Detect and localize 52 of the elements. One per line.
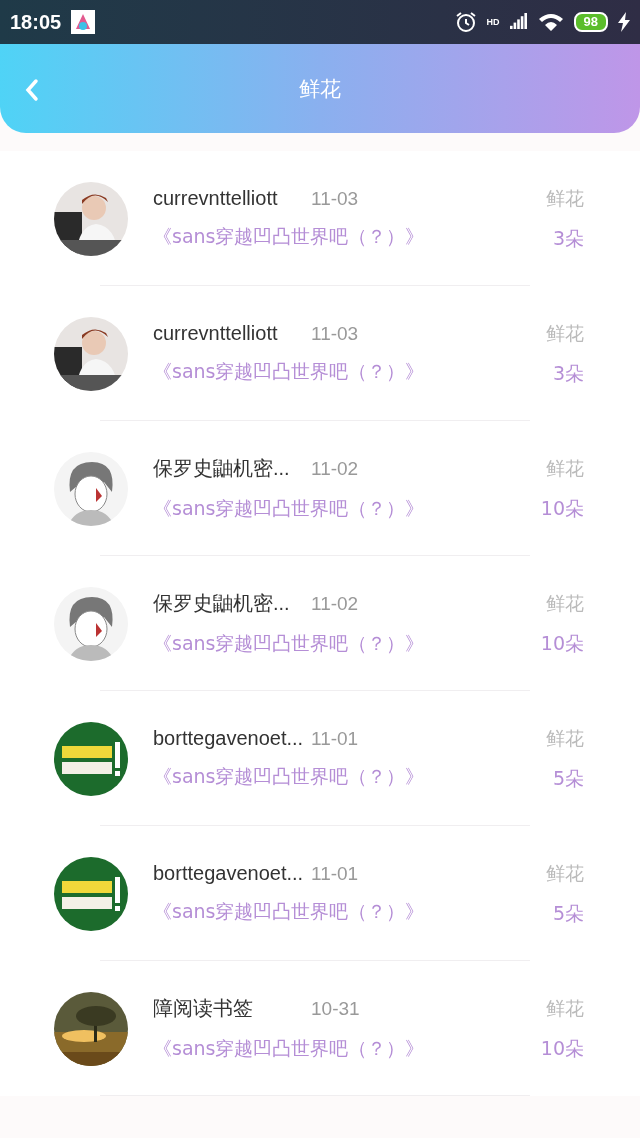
page-title: 鲜花 [299, 75, 341, 103]
network-label: HD [486, 17, 500, 27]
gift-date: 11-01 [311, 728, 359, 750]
gift-count: 10朵 [540, 630, 584, 656]
book-title: 《sans穿越凹凸世界吧（？）》 [153, 631, 426, 656]
user-name: borttegavenoet... [153, 727, 305, 750]
book-title: 《sans穿越凹凸世界吧（？）》 [153, 899, 426, 924]
book-title: 《sans穿越凹凸世界吧（？）》 [153, 224, 426, 249]
book-title: 《sans穿越凹凸世界吧（？）》 [153, 1036, 426, 1061]
gift-type: 鲜花 [546, 455, 584, 481]
gift-record[interactable]: 保罗史鼬机密... 11-02 《sans穿越凹凸世界吧（？）》 鲜花 10朵 [0, 421, 640, 556]
gift-count: 10朵 [540, 1035, 584, 1061]
user-name: 保罗史鼬机密... [153, 591, 291, 616]
gift-type: 鲜花 [546, 725, 584, 751]
gift-count: 5朵 [552, 765, 584, 791]
gift-date: 11-02 [311, 458, 359, 480]
user-name: currevnttelliott [153, 187, 279, 210]
gift-type: 鲜花 [546, 995, 584, 1021]
user-name: borttegavenoet... [153, 862, 305, 885]
gift-date: 11-03 [311, 323, 359, 345]
signal-icon [509, 13, 528, 31]
user-name: 保罗史鼬机密... [153, 456, 291, 481]
charging-icon [618, 12, 630, 32]
book-title: 《sans穿越凹凸世界吧（？）》 [153, 764, 426, 789]
gift-date: 11-03 [311, 188, 359, 210]
gift-record[interactable]: currevnttelliott 11-03 《sans穿越凹凸世界吧（？）》 鲜花 3朵 [0, 151, 640, 286]
gift-record[interactable]: 保罗史鼬机密... 11-02 《sans穿越凹凸世界吧（？）》 鲜花 10朵 [0, 556, 640, 691]
gift-count: 10朵 [540, 495, 584, 521]
gift-count: 3朵 [552, 360, 584, 386]
back-icon [24, 78, 40, 102]
book-title: 《sans穿越凹凸世界吧（？）》 [153, 359, 426, 384]
gift-type: 鲜花 [546, 590, 584, 616]
clock-time: 18:05 [10, 10, 62, 34]
book-title: 《sans穿越凹凸世界吧（？）》 [153, 496, 426, 521]
alarm-icon [454, 11, 477, 33]
user-name: currevnttelliott [153, 322, 279, 345]
user-name: 障阅读书签 [153, 996, 254, 1021]
gift-type: 鲜花 [546, 860, 584, 886]
gift-count: 3朵 [552, 225, 584, 251]
gift-type: 鲜花 [546, 320, 584, 346]
gift-record[interactable]: currevnttelliott 11-03 《sans穿越凹凸世界吧（？）》 鲜花 3朵 [0, 286, 640, 421]
gift-date: 10-31 [311, 998, 360, 1020]
gift-record[interactable]: borttegavenoet... 11-01 《sans穿越凹凸世界吧（？）》 鲜花 5朵 [0, 691, 640, 826]
gift-count: 5朵 [552, 900, 584, 926]
gift-record[interactable]: borttegavenoet... 11-01 《sans穿越凹凸世界吧（？）》 鲜花 5朵 [0, 826, 640, 961]
gift-date: 11-01 [311, 863, 359, 885]
gift-date: 11-02 [311, 593, 359, 615]
gift-type: 鲜花 [546, 185, 584, 211]
gift-record[interactable]: 障阅读书签 10-31 《sans穿越凹凸世界吧（？）》 鲜花 10朵 [0, 961, 640, 1096]
wifi-icon [537, 12, 564, 32]
battery-level: 98 [573, 12, 608, 32]
app-icon [71, 10, 96, 34]
